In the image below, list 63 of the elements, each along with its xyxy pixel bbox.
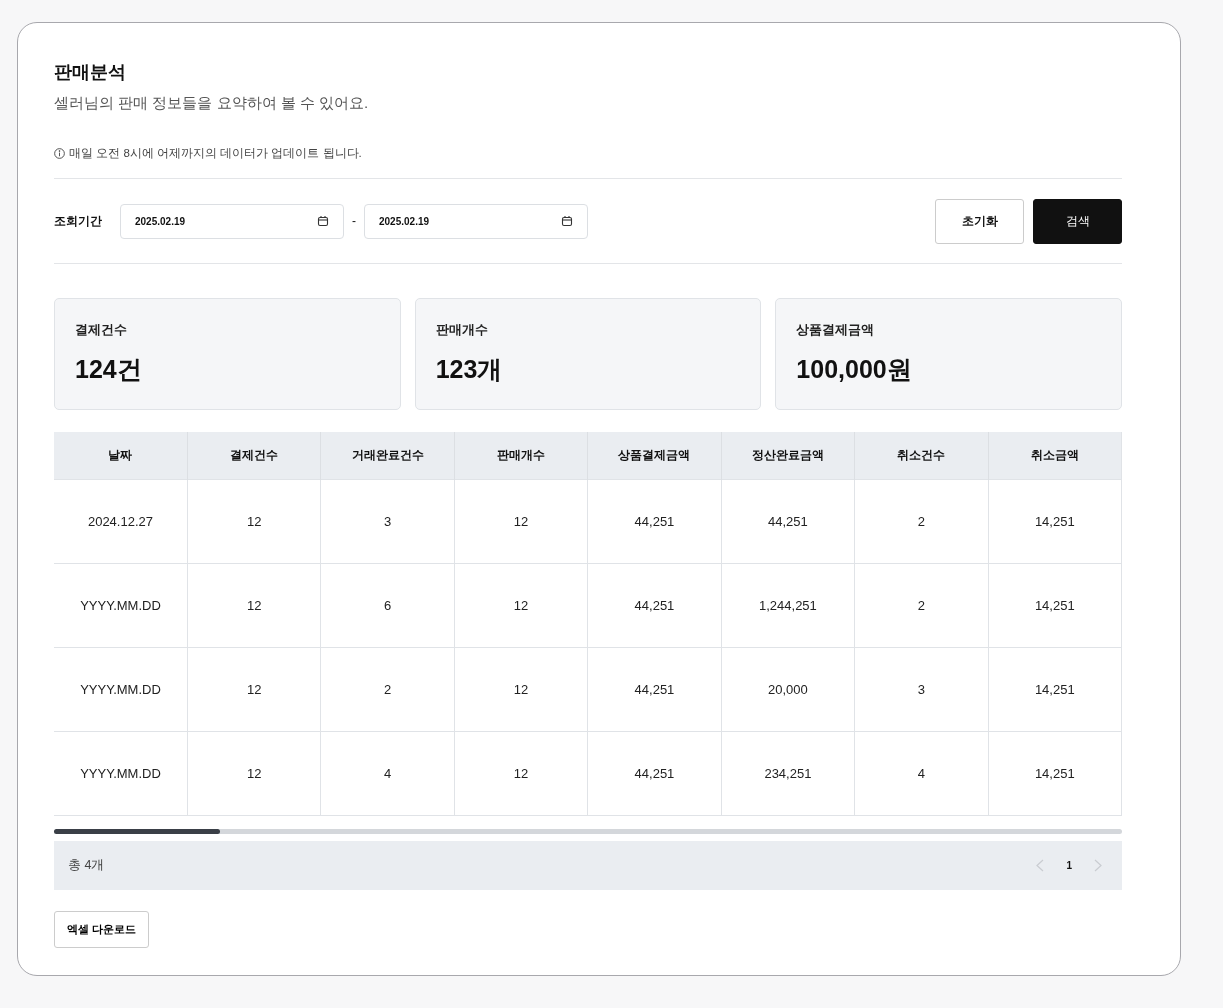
summary-value: 123개 xyxy=(435,354,504,385)
column-header: 상품결제금액 xyxy=(587,432,722,480)
table-cell: 44,251 xyxy=(587,647,722,732)
calendar-icon[interactable] xyxy=(561,215,573,227)
column-header: 판매개수 xyxy=(454,432,588,480)
column-header: 취소건수 xyxy=(854,432,989,480)
table-cell: 44,251 xyxy=(721,479,855,564)
calendar-icon[interactable] xyxy=(317,215,329,227)
date-separator: - xyxy=(352,214,356,228)
table-cell: 4 xyxy=(854,731,989,816)
scrollbar-track[interactable] xyxy=(54,829,1122,834)
table-cell: 12 xyxy=(187,647,321,732)
table-cell: 12 xyxy=(454,731,588,816)
table-cell: 6 xyxy=(320,563,455,648)
scrollbar-thumb[interactable] xyxy=(54,829,220,834)
table-cell: 234,251 xyxy=(721,731,855,816)
table-cell: 2 xyxy=(320,647,455,732)
summary-label: 상품결제금액 xyxy=(796,321,876,339)
column-header: 날짜 xyxy=(54,432,188,480)
search-button[interactable]: 검색 xyxy=(1033,198,1122,244)
table-cell: 12 xyxy=(187,731,321,816)
table-cell: 12 xyxy=(454,647,588,732)
excel-download-button[interactable]: 엑셀 다운로드 xyxy=(54,911,150,948)
table-cell: YYYY.MM.DD xyxy=(54,647,188,732)
update-notice: 매일 오전 8시에 어제까지의 데이터가 업데이트 됩니다. xyxy=(69,146,362,161)
table-cell: 12 xyxy=(187,479,321,564)
column-header: 거래완료건수 xyxy=(320,432,455,480)
period-label: 조회기간 xyxy=(54,212,103,230)
summary-label: 결제건수 xyxy=(75,321,128,339)
table-cell: 1,244,251 xyxy=(721,563,855,648)
table-cell: 44,251 xyxy=(587,731,722,816)
column-header: 취소금액 xyxy=(988,432,1122,480)
reset-button[interactable]: 초기화 xyxy=(935,198,1024,244)
end-date-field[interactable]: 2025.02.19 xyxy=(364,203,588,239)
table-cell: 2 xyxy=(854,563,989,648)
table-cell: 14,251 xyxy=(988,647,1122,732)
table-cell: 14,251 xyxy=(988,563,1122,648)
info-icon xyxy=(54,148,65,159)
table-cell: 2 xyxy=(854,479,989,564)
table-cell: 3 xyxy=(320,479,455,564)
page-number[interactable]: 1 xyxy=(1066,860,1072,871)
page-title: 판매분석 xyxy=(54,61,127,84)
total-count: 총 4개 xyxy=(68,857,105,874)
table-cell: 44,251 xyxy=(587,563,722,648)
table-cell: 20,000 xyxy=(721,647,855,732)
table-cell: 44,251 xyxy=(587,479,722,564)
start-date-field[interactable]: 2025.02.19 xyxy=(120,203,344,239)
table-cell: 12 xyxy=(454,563,588,648)
table-cell: 12 xyxy=(454,479,588,564)
table-cell: 14,251 xyxy=(988,479,1122,564)
table-cell: YYYY.MM.DD xyxy=(54,731,188,816)
table-cell: 14,251 xyxy=(988,731,1122,816)
table-cell: 3 xyxy=(854,647,989,732)
table-cell: 2024.12.27 xyxy=(54,479,188,564)
summary-label: 판매개수 xyxy=(435,321,489,339)
table-cell: YYYY.MM.DD xyxy=(54,563,188,648)
page-subtitle: 셀러님의 판매 정보들을 요약하여 볼 수 있어요. xyxy=(54,93,370,113)
column-header: 정산완료금액 xyxy=(721,432,855,480)
column-header: 결제건수 xyxy=(187,432,321,480)
summary-value: 124건 xyxy=(75,354,143,385)
table-cell: 4 xyxy=(320,731,455,816)
summary-value: 100,000원 xyxy=(796,354,913,385)
table-cell: 12 xyxy=(187,563,321,648)
